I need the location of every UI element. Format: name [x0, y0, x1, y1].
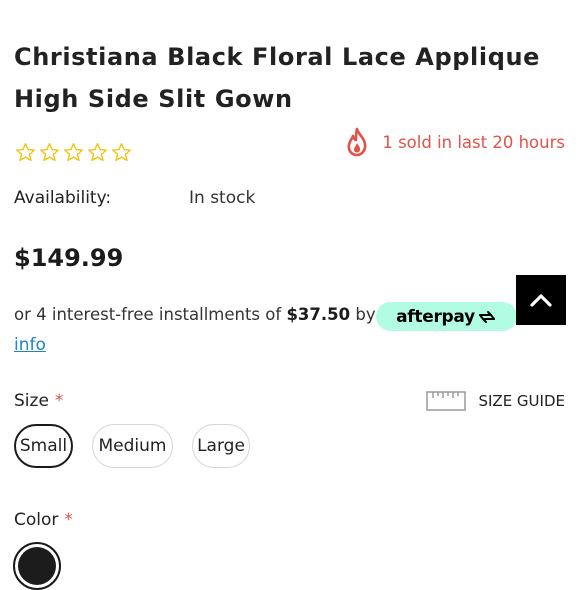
availability-label: Availability: — [14, 188, 112, 208]
ruler-icon — [426, 391, 467, 411]
color-swatch-fill — [18, 547, 56, 585]
star-rating[interactable] — [15, 142, 132, 163]
color-required-mark: * — [64, 510, 73, 530]
size-label: Size * — [14, 391, 63, 411]
afterpay-logo-text: afterpay — [396, 306, 475, 327]
product-price: $149.99 — [14, 244, 124, 272]
sold-text: 1 sold in last 20 hours — [382, 132, 565, 152]
size-option-medium[interactable]: Medium — [92, 424, 173, 468]
availability-value: In stock — [189, 188, 256, 208]
afterpay-amount: $37.50 — [286, 305, 351, 324]
flame-icon — [344, 127, 370, 157]
star-icon[interactable] — [15, 142, 36, 163]
afterpay-by: by — [355, 305, 376, 324]
color-label-text: Color — [14, 510, 59, 530]
afterpay-info-link[interactable]: info — [14, 335, 46, 355]
back-to-top-button[interactable] — [516, 275, 566, 325]
size-guide-button[interactable]: SIZE GUIDE — [426, 389, 565, 413]
afterpay-message: or 4 interest-free installments of $37.5… — [14, 305, 376, 324]
star-icon[interactable] — [87, 142, 108, 163]
product-title: Christiana Black Floral Lace Applique Hi… — [14, 43, 541, 114]
sold-indicator: 1 sold in last 20 hours — [344, 127, 565, 157]
afterpay-prefix: or 4 interest-free installments of — [14, 305, 282, 324]
afterpay-logo[interactable]: afterpay — [376, 302, 517, 331]
afterpay-arrows-icon — [478, 310, 495, 323]
star-icon[interactable] — [63, 142, 84, 163]
star-icon[interactable] — [39, 142, 60, 163]
size-label-text: Size — [14, 391, 49, 411]
size-option-small[interactable]: Small — [14, 424, 73, 468]
chevron-up-icon — [530, 294, 552, 307]
color-label: Color * — [14, 510, 73, 530]
size-options: Small Medium Large — [14, 424, 250, 468]
size-option-large[interactable]: Large — [192, 424, 250, 468]
star-icon[interactable] — [111, 142, 132, 163]
size-required-mark: * — [54, 391, 64, 411]
size-guide-label: SIZE GUIDE — [478, 392, 565, 410]
color-swatch-black[interactable] — [13, 542, 61, 590]
